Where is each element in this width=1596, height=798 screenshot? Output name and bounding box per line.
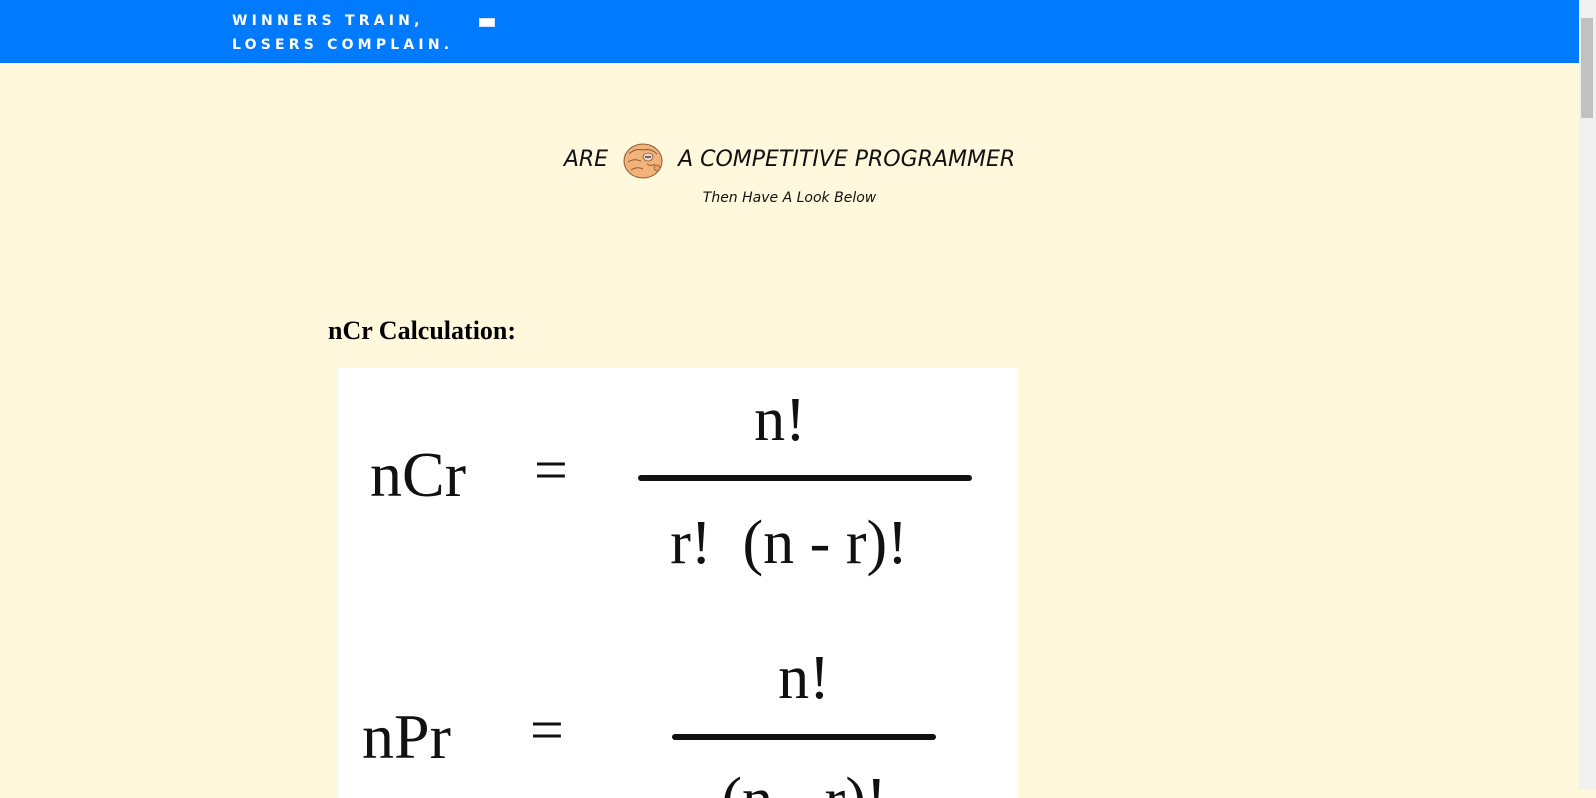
brand-line-1: WINNERS TRAIN, bbox=[232, 13, 424, 29]
hero-subtitle: Then Have A Look Below bbox=[702, 190, 877, 206]
npr-equals: = bbox=[530, 697, 564, 763]
ncr-numerator: n! bbox=[754, 386, 806, 454]
npr-fraction-bar bbox=[672, 734, 936, 740]
section-heading: nCr Calculation: bbox=[328, 316, 517, 345]
pointing-hand-icon bbox=[623, 143, 663, 179]
npr-lhs: nPr bbox=[362, 701, 451, 772]
formula-image: nCr = n! r! (n - r)! nPr = n! (n - r)! bbox=[338, 368, 1018, 798]
ncr-lhs: nCr bbox=[370, 439, 466, 510]
hero-title-before: ARE bbox=[563, 147, 609, 172]
hero-title-after: A COMPETITIVE PROGRAMMER bbox=[678, 147, 1016, 172]
page-scrollbar[interactable] bbox=[1579, 0, 1596, 790]
menu-toggler-icon[interactable] bbox=[479, 18, 495, 27]
ncr-denominator: r! (n - r)! bbox=[670, 509, 908, 577]
npr-denominator: (n - r)! bbox=[721, 766, 886, 798]
top-navbar: WINNERS TRAIN, LOSERS COMPLAIN. bbox=[0, 0, 1579, 63]
formula-graphic: nCr = n! r! (n - r)! nPr = n! (n - r)! bbox=[362, 386, 972, 798]
ncr-equals: = bbox=[534, 437, 568, 503]
scrollbar-thumb[interactable] bbox=[1581, 18, 1593, 118]
brand-line-2: LOSERS COMPLAIN. bbox=[232, 37, 454, 53]
npr-numerator: n! bbox=[778, 644, 830, 712]
ncr-fraction-bar bbox=[638, 475, 972, 481]
hero-title: ARE A COMPETITIVE PROGRAMMER bbox=[0, 140, 1579, 180]
navbar-brand[interactable]: WINNERS TRAIN, LOSERS COMPLAIN. bbox=[232, 9, 453, 57]
